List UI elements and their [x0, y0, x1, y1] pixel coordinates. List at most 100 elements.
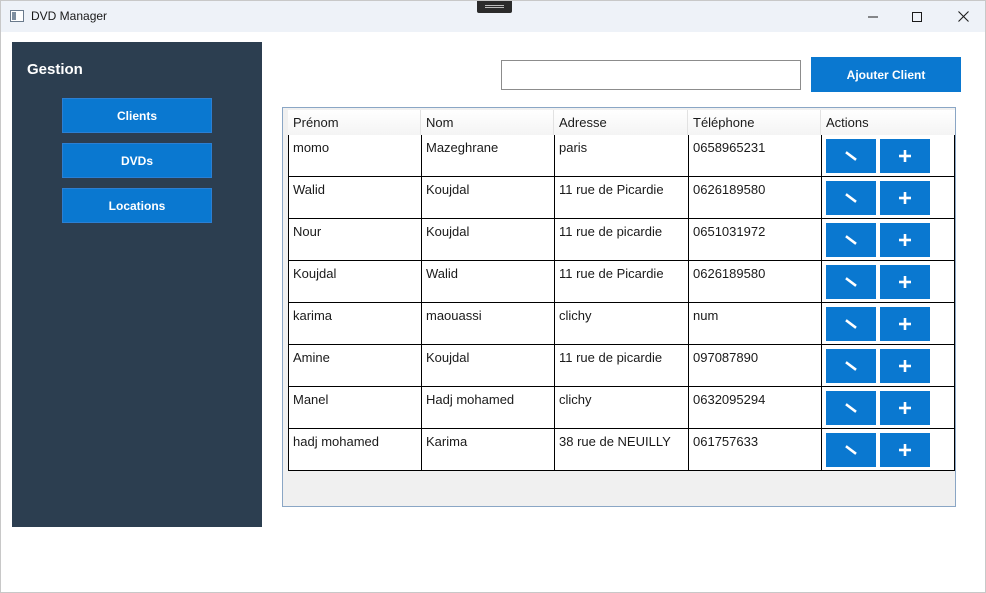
column-header-nom[interactable]: Nom [421, 110, 554, 135]
cell-adresse[interactable]: clichy [554, 303, 688, 345]
cell-nom[interactable]: Karima [421, 429, 554, 471]
table-body: momo Mazeghrane paris 0658965231 Walid Koujda… [288, 135, 955, 471]
search-input[interactable] [501, 60, 801, 90]
cell-adresse[interactable]: 11 rue de Picardie [554, 261, 688, 303]
table-row[interactable]: hadj mohamed Karima 38 rue de NEUILLY 06175… [288, 429, 955, 471]
sidebar-item-dvds[interactable]: DVDs [62, 143, 212, 178]
add-client-button[interactable]: Ajouter Client [811, 57, 961, 92]
cell-telephone[interactable]: 0651031972 [688, 219, 821, 261]
cell-telephone[interactable]: 0658965231 [688, 135, 821, 177]
add-row-button[interactable] [880, 349, 930, 383]
minimize-icon [868, 16, 878, 17]
cell-prenom[interactable]: Nour [288, 219, 421, 261]
cell-prenom[interactable]: Amine [288, 345, 421, 387]
edit-icon [845, 361, 857, 371]
cell-prenom[interactable]: Walid [288, 177, 421, 219]
clients-table: Prénom Nom Adresse Téléphone Actions mom… [282, 107, 956, 507]
close-icon [957, 11, 969, 22]
cell-telephone[interactable]: 061757633 [688, 429, 821, 471]
maximize-icon [912, 11, 922, 22]
edit-row-button[interactable] [826, 391, 876, 425]
close-button[interactable] [940, 1, 986, 32]
cell-actions [821, 135, 955, 177]
sidebar-item-locations[interactable]: Locations [62, 188, 212, 223]
cell-prenom[interactable]: karima [288, 303, 421, 345]
cell-telephone[interactable]: 0626189580 [688, 261, 821, 303]
edit-icon [845, 151, 857, 161]
cell-nom[interactable]: Koujdal [421, 177, 554, 219]
cell-actions [821, 219, 955, 261]
table-row[interactable]: Amine Koujdal 11 rue de picardie 097087890 [288, 345, 955, 387]
sidebar: Gestion Clients DVDs Locations [12, 42, 262, 527]
edit-icon [845, 235, 857, 245]
title-bar[interactable]: DVD Manager [1, 1, 985, 32]
cell-nom[interactable]: maouassi [421, 303, 554, 345]
cell-actions [821, 345, 955, 387]
edit-icon [845, 319, 857, 329]
cell-prenom[interactable]: hadj mohamed [288, 429, 421, 471]
edit-icon [845, 403, 857, 413]
edit-row-button[interactable] [826, 223, 876, 257]
window-title: DVD Manager [31, 9, 108, 23]
cell-nom[interactable]: Walid [421, 261, 554, 303]
cell-telephone[interactable]: 097087890 [688, 345, 821, 387]
cell-actions [821, 387, 955, 429]
cell-actions [821, 303, 955, 345]
cell-telephone[interactable]: num [688, 303, 821, 345]
table-row[interactable]: karima maouassi clichy num [288, 303, 955, 345]
snap-grip-handle[interactable] [477, 1, 512, 13]
plus-icon [899, 318, 911, 330]
add-row-button[interactable] [880, 307, 930, 341]
edit-row-button[interactable] [826, 265, 876, 299]
sidebar-title: Gestion [27, 61, 83, 78]
add-row-button[interactable] [880, 433, 930, 467]
edit-row-button[interactable] [826, 433, 876, 467]
cell-telephone[interactable]: 0632095294 [688, 387, 821, 429]
cell-adresse[interactable]: clichy [554, 387, 688, 429]
plus-icon [899, 234, 911, 246]
edit-row-button[interactable] [826, 349, 876, 383]
cell-adresse[interactable]: 11 rue de picardie [554, 219, 688, 261]
cell-nom[interactable]: Koujdal [421, 345, 554, 387]
add-row-button[interactable] [880, 181, 930, 215]
cell-adresse[interactable]: paris [554, 135, 688, 177]
app-window: DVD Manager Gestion Clients DVDs Locatio… [0, 0, 986, 593]
edit-row-button[interactable] [826, 307, 876, 341]
cell-actions [821, 177, 955, 219]
table-row[interactable]: Koujdal Walid 11 rue de Picardie 0626189580 [288, 261, 955, 303]
minimize-button[interactable] [850, 1, 896, 32]
column-header-actions[interactable]: Actions [821, 110, 955, 135]
plus-icon [899, 150, 911, 162]
cell-telephone[interactable]: 0626189580 [688, 177, 821, 219]
add-row-button[interactable] [880, 265, 930, 299]
table-row[interactable]: Manel Hadj mohamed clichy 0632095294 [288, 387, 955, 429]
table-row[interactable]: Walid Koujdal 11 rue de Picardie 0626189580 [288, 177, 955, 219]
cell-nom[interactable]: Mazeghrane [421, 135, 554, 177]
edit-row-button[interactable] [826, 139, 876, 173]
edit-row-button[interactable] [826, 181, 876, 215]
column-header-prenom[interactable]: Prénom [288, 110, 421, 135]
column-header-telephone[interactable]: Téléphone [688, 110, 821, 135]
plus-icon [899, 402, 911, 414]
maximize-button[interactable] [894, 1, 940, 32]
add-row-button[interactable] [880, 223, 930, 257]
add-row-button[interactable] [880, 391, 930, 425]
plus-icon [899, 192, 911, 204]
cell-nom[interactable]: Hadj mohamed [421, 387, 554, 429]
cell-actions [821, 429, 955, 471]
plus-icon [899, 276, 911, 288]
cell-prenom[interactable]: Manel [288, 387, 421, 429]
plus-icon [899, 360, 911, 372]
add-row-button[interactable] [880, 139, 930, 173]
cell-adresse[interactable]: 38 rue de NEUILLY [554, 429, 688, 471]
cell-adresse[interactable]: 11 rue de Picardie [554, 177, 688, 219]
column-header-adresse[interactable]: Adresse [554, 110, 688, 135]
edit-icon [845, 445, 857, 455]
cell-adresse[interactable]: 11 rue de picardie [554, 345, 688, 387]
cell-prenom[interactable]: momo [288, 135, 421, 177]
table-row[interactable]: momo Mazeghrane paris 0658965231 [288, 135, 955, 177]
sidebar-item-clients[interactable]: Clients [62, 98, 212, 133]
table-row[interactable]: Nour Koujdal 11 rue de picardie 0651031972 [288, 219, 955, 261]
cell-nom[interactable]: Koujdal [421, 219, 554, 261]
cell-prenom[interactable]: Koujdal [288, 261, 421, 303]
